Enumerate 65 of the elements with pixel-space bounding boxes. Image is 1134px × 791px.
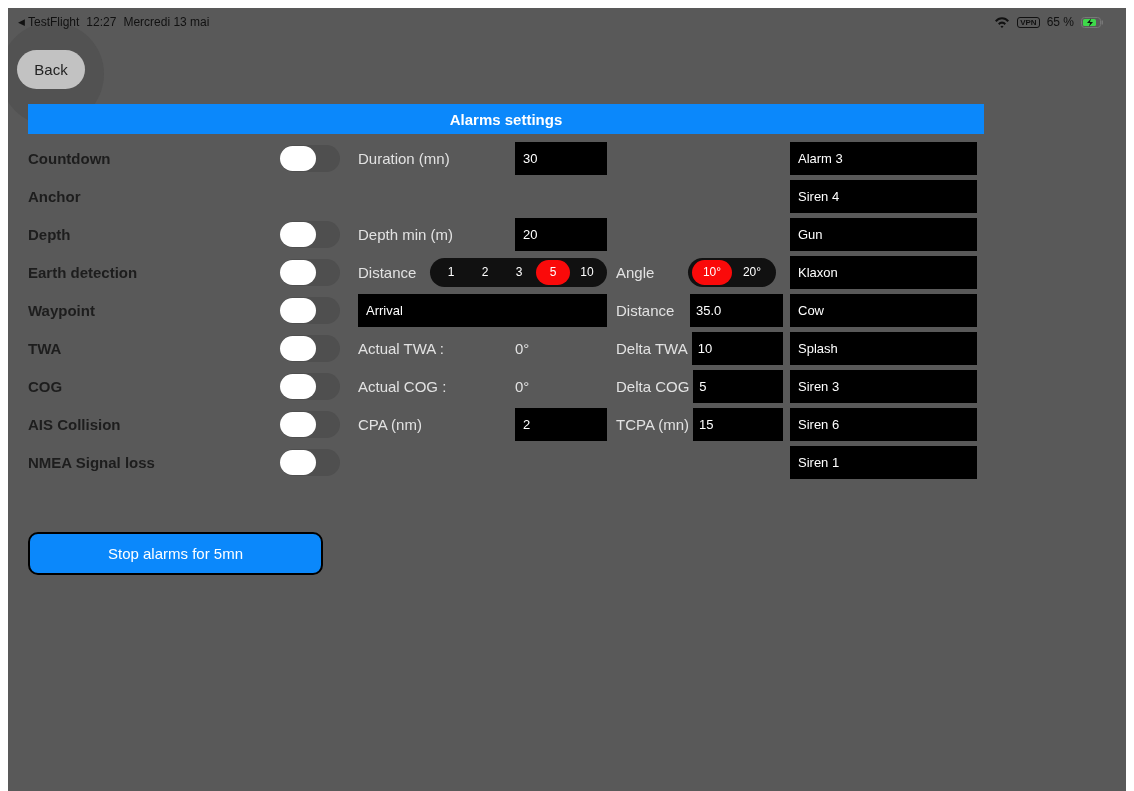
toggle-switch[interactable] <box>280 144 340 172</box>
date-text: Mercredi 13 mai <box>123 15 210 29</box>
reading-value: 0° <box>515 377 531 395</box>
alarm-label: Earth detection <box>28 262 139 283</box>
toggle-switch[interactable] <box>280 410 340 438</box>
battery-percent: 65 % <box>1046 15 1074 29</box>
vpn-badge: VPN <box>1017 16 1040 28</box>
segment-option[interactable]: 5 <box>536 259 570 285</box>
field-label: Distance <box>616 301 675 319</box>
stop-alarms-button[interactable]: Stop alarms for 5mn <box>28 532 323 575</box>
field-label: TCPA (mn) <box>616 415 690 433</box>
sound-field[interactable]: Siren 1 <box>790 445 977 479</box>
sound-field[interactable]: Siren 4 <box>790 179 977 213</box>
reading-value: 0° <box>515 339 531 357</box>
input-field[interactable]: 15 <box>693 407 783 441</box>
alarm-label: NMEA Signal loss <box>28 452 156 473</box>
segment-option[interactable]: 10 <box>570 259 604 285</box>
segmented-control[interactable]: 10° 20° <box>688 257 776 287</box>
alarm-label: AIS Collision <box>28 414 122 435</box>
field-label: Delta COG <box>616 377 690 395</box>
field-label: Duration (mn) <box>358 149 450 167</box>
field-label: Actual TWA : <box>358 339 444 357</box>
field-label: Angle <box>616 263 655 281</box>
alarm-label: TWA <box>28 338 63 359</box>
field-label: Distance <box>358 263 417 281</box>
field-label: Actual COG : <box>358 377 447 395</box>
alarm-label: COG <box>28 376 64 397</box>
clock-time: 12:27 <box>86 15 117 29</box>
battery-charging-icon <box>1081 16 1104 28</box>
field-label: Depth min (m) <box>358 225 454 243</box>
sound-field[interactable]: Siren 6 <box>790 407 977 441</box>
input-field[interactable]: 30 <box>515 141 607 175</box>
segmented-control[interactable]: 1 2 3 5 10 <box>430 257 607 287</box>
sound-field[interactable]: Siren 3 <box>790 369 977 403</box>
toggle-switch[interactable] <box>280 296 340 324</box>
sound-field[interactable]: Klaxon <box>790 255 977 289</box>
input-field[interactable]: 20 <box>515 217 607 251</box>
segment-option[interactable]: 3 <box>502 259 536 285</box>
toggle-switch[interactable] <box>280 220 340 248</box>
sound-field[interactable]: Splash <box>790 331 977 365</box>
alarm-label: Anchor <box>28 186 82 207</box>
field-label: Delta TWA <box>616 339 688 357</box>
back-button[interactable]: Back <box>17 49 85 89</box>
toggle-switch[interactable] <box>280 448 340 476</box>
toggle-switch[interactable] <box>280 372 340 400</box>
input-field[interactable]: 2 <box>515 407 607 441</box>
input-field[interactable]: 35.0 <box>690 293 783 327</box>
alarm-label: Countdown <box>28 148 112 169</box>
toggle-switch[interactable] <box>280 334 340 362</box>
alarm-label: Depth <box>28 224 72 245</box>
section-title: Alarms settings <box>28 104 984 134</box>
sound-field[interactable]: Cow <box>790 293 977 327</box>
toggle-switch[interactable] <box>280 258 340 286</box>
field-label: CPA (nm) <box>358 415 422 433</box>
sound-field[interactable]: Alarm 3 <box>790 141 977 175</box>
segment-option[interactable]: 2 <box>468 259 502 285</box>
sound-field[interactable]: Gun <box>790 217 977 251</box>
segment-option[interactable]: 20° <box>732 259 772 285</box>
alarm-label: Waypoint <box>28 300 96 321</box>
input-field[interactable]: 5 <box>693 369 783 403</box>
segment-option[interactable]: 10° <box>692 259 732 285</box>
segment-option[interactable]: 1 <box>434 259 468 285</box>
input-field[interactable]: Arrival <box>358 293 607 327</box>
input-field[interactable]: 10 <box>691 331 783 365</box>
wifi-icon <box>994 16 1011 28</box>
